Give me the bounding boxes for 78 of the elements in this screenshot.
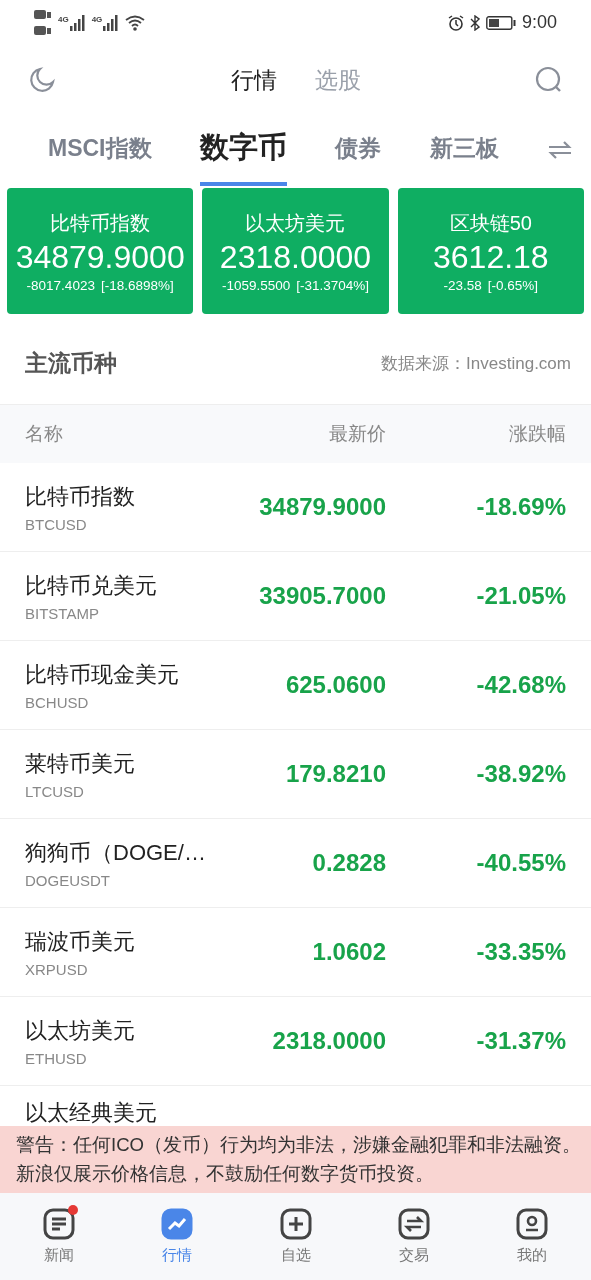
- index-name: 以太坊美元: [245, 210, 346, 236]
- category-tab[interactable]: 债券: [335, 132, 382, 182]
- index-card[interactable]: 比特币指数 34879.9000 -8017.4023 [-18.6898%]: [7, 188, 194, 314]
- night-mode-icon[interactable]: [28, 66, 56, 94]
- index-name: 区块链50: [449, 210, 532, 236]
- price-cell-text: 0.2828: [311, 849, 386, 877]
- swap-icon: [397, 1208, 430, 1240]
- sim-status-icon: [34, 7, 52, 38]
- coin-name: 狗狗币（DOGE/…: [25, 838, 207, 867]
- change-cell-text: -31.37%: [475, 1027, 566, 1055]
- change-cell-text: -40.55%: [475, 849, 566, 877]
- news-icon: [43, 1208, 76, 1240]
- index-percent: [-0.65%]: [487, 277, 539, 293]
- search-icon[interactable]: [535, 66, 563, 94]
- price-cell-text: 1.0602: [311, 938, 386, 966]
- change-cell-text: -18.69%: [475, 493, 566, 521]
- warning-banner: 警告：任何ICO（发币）行为均为非法，涉嫌金融犯罪和非法融资。新浪仅展示价格信息，不鼓励任何数字货币投资。: [0, 1126, 591, 1193]
- index-price: 2318.0000: [219, 238, 372, 276]
- coin-name: 瑞波币美元: [25, 927, 136, 956]
- coin-name: 比特币兑美元: [25, 571, 158, 600]
- section-title: 主流币种: [25, 348, 117, 378]
- battery-icon: [485, 15, 516, 30]
- network-type: 4G: [58, 14, 69, 24]
- nav-item[interactable]: 交易: [354, 1193, 473, 1280]
- price-cell-text: 2318.0000: [271, 1027, 386, 1055]
- price-cell-text: 179.8210: [284, 760, 386, 788]
- change-cell-text: -33.35%: [475, 938, 566, 966]
- index-card[interactable]: 区块链50 3612.18 -23.58 [-0.65%]: [397, 188, 584, 314]
- index-price: 34879.9000: [15, 238, 185, 276]
- index-price: 3612.18: [433, 238, 549, 276]
- wifi-icon: [125, 14, 146, 31]
- column-header: 名称: [25, 422, 64, 446]
- coin-code: BCHUSD: [25, 693, 90, 711]
- nav-item[interactable]: 自选: [236, 1193, 355, 1280]
- signal-icon: [103, 14, 120, 31]
- nav-item[interactable]: 行情: [118, 1193, 237, 1280]
- plus-icon: [279, 1208, 312, 1240]
- change-cell-text: -42.68%: [475, 671, 566, 699]
- coin-name: 莱特币美元: [25, 749, 136, 778]
- chart-icon: [161, 1208, 194, 1240]
- change-cell-text: -38.92%: [475, 760, 566, 788]
- index-percent: [-18.6898%]: [100, 277, 174, 293]
- index-percent: [-31.3704%]: [296, 277, 370, 293]
- column-header: 最新价: [328, 422, 386, 446]
- column-header: 涨跌幅: [508, 422, 566, 446]
- coin-code: BTCUSD: [25, 515, 88, 533]
- coin-code: DOGEUSDT: [25, 871, 111, 889]
- header-tab[interactable]: 选股: [314, 64, 361, 96]
- bluetooth-icon: [469, 14, 480, 31]
- alarm-icon: [447, 14, 464, 31]
- index-change: -8017.4023: [26, 277, 95, 293]
- user-icon: [515, 1208, 548, 1240]
- index-change: -1059.5500: [221, 277, 291, 293]
- data-source: 数据来源：Investing.com: [381, 352, 571, 375]
- swap-icon[interactable]: [547, 140, 573, 160]
- header-tab[interactable]: 行情: [230, 64, 277, 96]
- coin-code: ETHUSD: [25, 1049, 88, 1067]
- index-name: 比特币指数: [50, 210, 151, 236]
- coin-name: 以太经典美元: [25, 1099, 158, 1127]
- price-cell-text: 34879.9000: [258, 493, 386, 521]
- coin-code: LTCUSD: [25, 782, 85, 800]
- change-cell-text: -21.05%: [475, 582, 566, 610]
- coin-name: 比特币现金美元: [25, 660, 180, 689]
- price-cell-text: 33905.7000: [258, 582, 386, 610]
- coin-name: 比特币指数: [25, 482, 136, 511]
- nav-item[interactable]: 我的: [472, 1193, 591, 1280]
- price-cell-text: 625.0600: [284, 671, 386, 699]
- index-change: -23.58: [443, 277, 482, 293]
- network-type: 4G: [91, 14, 103, 24]
- coin-name: 以太坊美元: [25, 1016, 136, 1045]
- index-card[interactable]: 以太坊美元 2318.0000 -1059.5500 [-31.3704%]: [202, 188, 389, 314]
- category-tab[interactable]: 新三板: [429, 132, 499, 182]
- coin-code: BITSTAMP: [25, 604, 100, 622]
- signal-icon: [69, 14, 86, 31]
- coin-code: XRPUSD: [25, 960, 89, 978]
- category-tab[interactable]: MSCI指数: [48, 132, 152, 182]
- nav-item[interactable]: 新闻: [0, 1193, 119, 1280]
- clock-time: 9:00: [521, 12, 557, 33]
